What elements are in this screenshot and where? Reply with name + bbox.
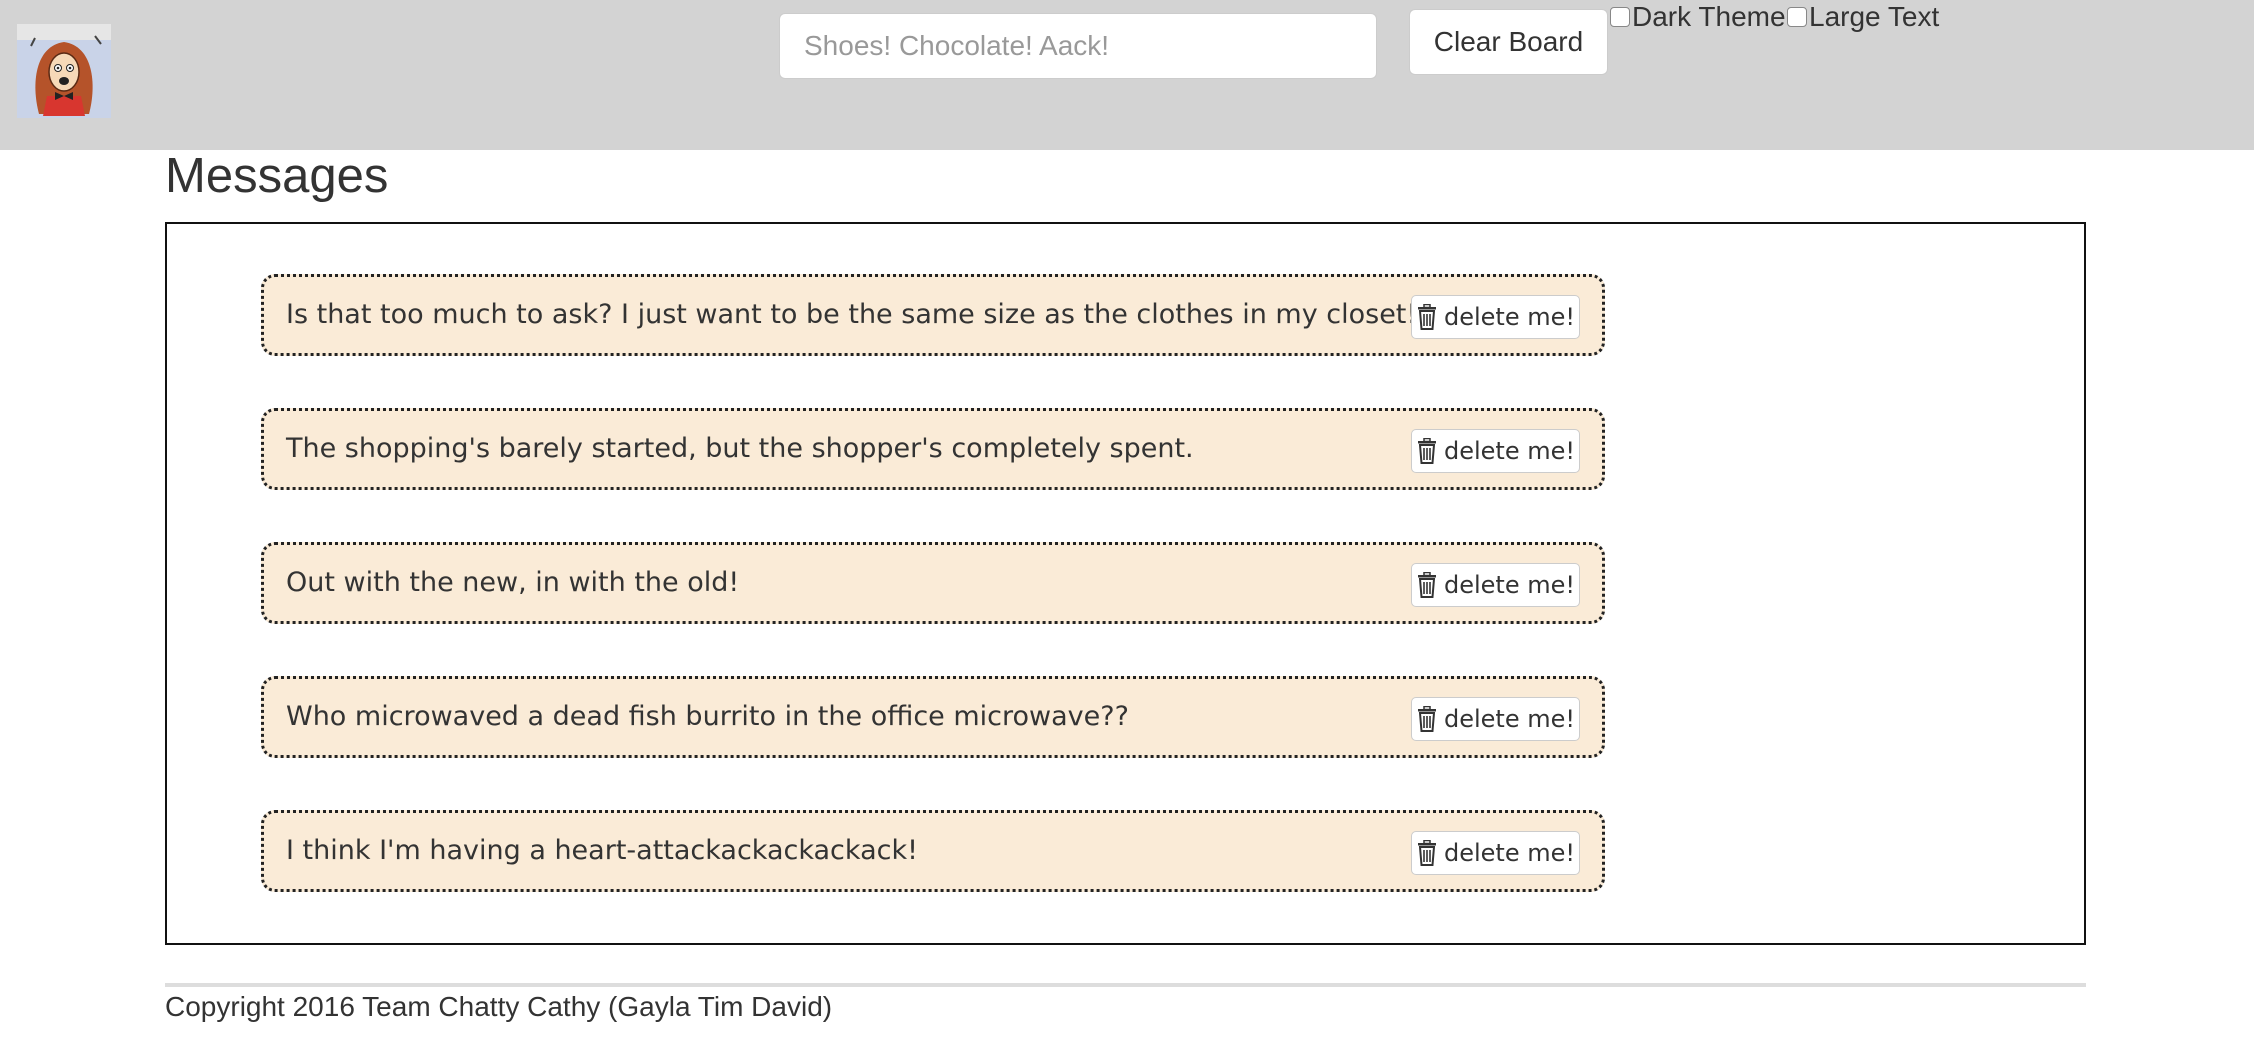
delete-message-button[interactable]: delete me! (1411, 563, 1580, 607)
message-item: I think I'm having a heart-attackackacka… (261, 810, 1605, 892)
message-item: The shopping's barely started, but the s… (261, 408, 1605, 490)
dark-theme-toggle[interactable]: Dark Theme (1610, 0, 1786, 34)
delete-message-button[interactable]: delete me! (1411, 295, 1580, 339)
trash-icon (1416, 304, 1438, 330)
delete-message-button[interactable]: delete me! (1411, 429, 1580, 473)
footer-copyright: Copyright 2016 Team Chatty Cathy (Gayla … (165, 991, 833, 1022)
large-text-label: Large Text (1809, 1, 1940, 32)
trash-icon (1416, 840, 1438, 866)
delete-message-button[interactable]: delete me! (1411, 697, 1580, 741)
message-text: I think I'm having a heart-attackackacka… (286, 835, 918, 866)
delete-button-label: delete me! (1443, 705, 1575, 733)
trash-icon (1416, 572, 1438, 598)
trash-icon (1416, 438, 1438, 464)
message-board: Is that too much to ask? I just want to … (165, 222, 2086, 945)
message-text: Out with the new, in with the old! (286, 567, 740, 598)
large-text-toggle[interactable]: Large Text (1787, 0, 1939, 34)
message-item: Is that too much to ask? I just want to … (261, 274, 1605, 356)
trash-icon (1416, 706, 1438, 732)
message-text: Who microwaved a dead fish burrito in th… (286, 701, 1129, 732)
clear-board-button[interactable]: Clear Board (1409, 9, 1608, 75)
message-text: Is that too much to ask? I just want to … (286, 299, 1418, 330)
delete-button-label: delete me! (1443, 839, 1575, 867)
footer-divider (165, 983, 2086, 987)
dark-theme-checkbox[interactable] (1610, 7, 1630, 27)
page-title: Messages (165, 149, 389, 203)
message-item: Out with the new, in with the old! delet… (261, 542, 1605, 624)
search-input[interactable] (779, 13, 1377, 79)
delete-message-button[interactable]: delete me! (1411, 831, 1580, 875)
header-bar: Clear Board Dark Theme Large Text (0, 0, 2254, 150)
delete-button-label: delete me! (1443, 303, 1575, 331)
large-text-checkbox[interactable] (1787, 7, 1807, 27)
message-item: Who microwaved a dead fish burrito in th… (261, 676, 1605, 758)
delete-button-label: delete me! (1443, 571, 1575, 599)
delete-button-label: delete me! (1443, 437, 1575, 465)
message-text: The shopping's barely started, but the s… (286, 433, 1194, 464)
dark-theme-label: Dark Theme (1632, 1, 1786, 32)
cartoon-woman-icon (17, 24, 111, 118)
